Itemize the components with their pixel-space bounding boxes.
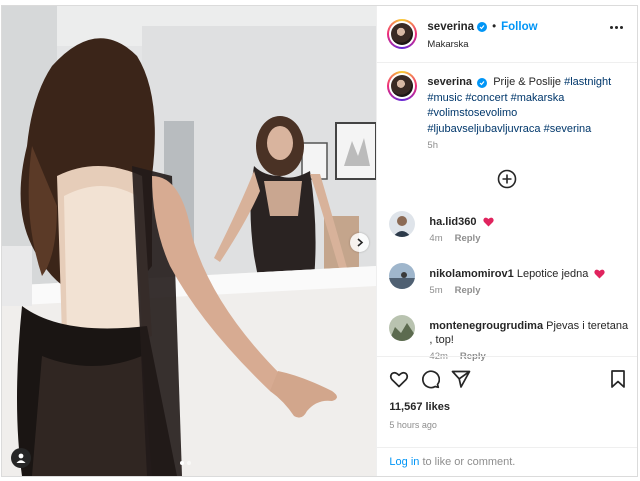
post-caption: severina Prije & Poslije #lastnight #mus…	[427, 75, 627, 137]
carousel-dot	[180, 461, 184, 465]
comment-time: 4m	[429, 233, 443, 244]
chevron-right-icon	[356, 238, 363, 247]
login-link[interactable]: Log in	[389, 456, 419, 468]
heart-emoji-icon	[594, 269, 606, 279]
user-icon	[16, 453, 26, 463]
caption-username[interactable]: severina	[427, 76, 472, 88]
share-icon[interactable]	[451, 369, 471, 389]
comment-username[interactable]: nikolamomirov1	[429, 268, 513, 280]
hashtag-link[interactable]: #makarska	[511, 92, 565, 104]
caption-text: Prije & Poslije	[493, 76, 562, 88]
caption-avatar[interactable]	[387, 71, 418, 101]
action-bar	[377, 356, 637, 401]
comment-avatar[interactable]	[389, 315, 416, 341]
author-row: severina • Follow	[427, 21, 537, 33]
post-photo	[2, 6, 377, 476]
hashtag-link[interactable]: #volimstosevolimo	[427, 107, 517, 119]
verified-badge-icon	[477, 22, 488, 32]
post-side-panel: severina • Follow Makarska severina Prij…	[376, 6, 637, 476]
comment-username[interactable]: montenegrougrudima	[429, 320, 543, 332]
reply-button[interactable]: Reply	[455, 285, 481, 296]
next-slide-button[interactable]	[350, 233, 369, 252]
comment-time: 5m	[429, 285, 443, 296]
author-username[interactable]: severina	[427, 21, 474, 33]
hashtag-link[interactable]: #music	[427, 92, 462, 104]
author-avatar[interactable]	[387, 19, 418, 49]
load-more-comments-icon[interactable]	[497, 169, 517, 189]
tagged-users-button[interactable]	[11, 448, 31, 468]
post-stats: 11,567 likes 5 hours ago	[377, 401, 637, 447]
carousel-dot	[187, 461, 191, 465]
post-media[interactable]	[2, 6, 377, 476]
comment-icon[interactable]	[420, 369, 441, 389]
login-prompt: Log in to like or comment.	[389, 456, 515, 468]
login-prompt-text: to like or comment.	[419, 456, 516, 468]
comment-avatar[interactable]	[389, 211, 416, 237]
location-link[interactable]: Makarska	[427, 39, 468, 50]
hashtag-link[interactable]: #lastnight	[564, 76, 611, 88]
comments-section: severina Prije & Poslije #lastnight #mus…	[377, 63, 637, 362]
caption-timestamp: 5h	[427, 140, 438, 151]
carousel-indicator	[180, 461, 191, 465]
follow-button[interactable]: Follow	[501, 21, 537, 33]
heart-emoji-icon	[482, 217, 494, 227]
reply-button[interactable]: Reply	[455, 233, 481, 244]
likes-count[interactable]: 11,567 likes	[389, 401, 450, 413]
comment-avatar[interactable]	[389, 263, 416, 289]
comment-username[interactable]: ha.lid360	[429, 216, 476, 228]
hashtag-link[interactable]: #ljubavseljubavljuvraca	[427, 123, 540, 135]
verified-badge-icon	[477, 78, 488, 88]
comment-body: Lepotice jedna	[516, 268, 589, 280]
comment-text: nikolamomirov1 Lepotice jedna	[429, 267, 629, 281]
comment-text: montenegrougrudima Pjevas i teretana , t…	[429, 319, 629, 347]
comment-text: ha.lid360	[429, 215, 629, 229]
more-options-icon[interactable]	[610, 26, 623, 29]
post-header: severina • Follow Makarska	[377, 6, 637, 63]
post-time-ago[interactable]: 5 hours ago	[389, 420, 437, 430]
save-bookmark-icon[interactable]	[608, 369, 628, 389]
like-heart-icon[interactable]	[389, 369, 409, 389]
comment-meta: 5m Reply	[429, 285, 480, 296]
hashtag-link[interactable]: #severina	[544, 123, 592, 135]
separator-dot: •	[492, 21, 497, 33]
instagram-post: severina • Follow Makarska severina Prij…	[1, 5, 638, 477]
hashtag-link[interactable]: #concert	[465, 92, 507, 104]
login-prompt-bar: Log in to like or comment.	[377, 447, 637, 476]
comment-meta: 4m Reply	[429, 233, 480, 244]
